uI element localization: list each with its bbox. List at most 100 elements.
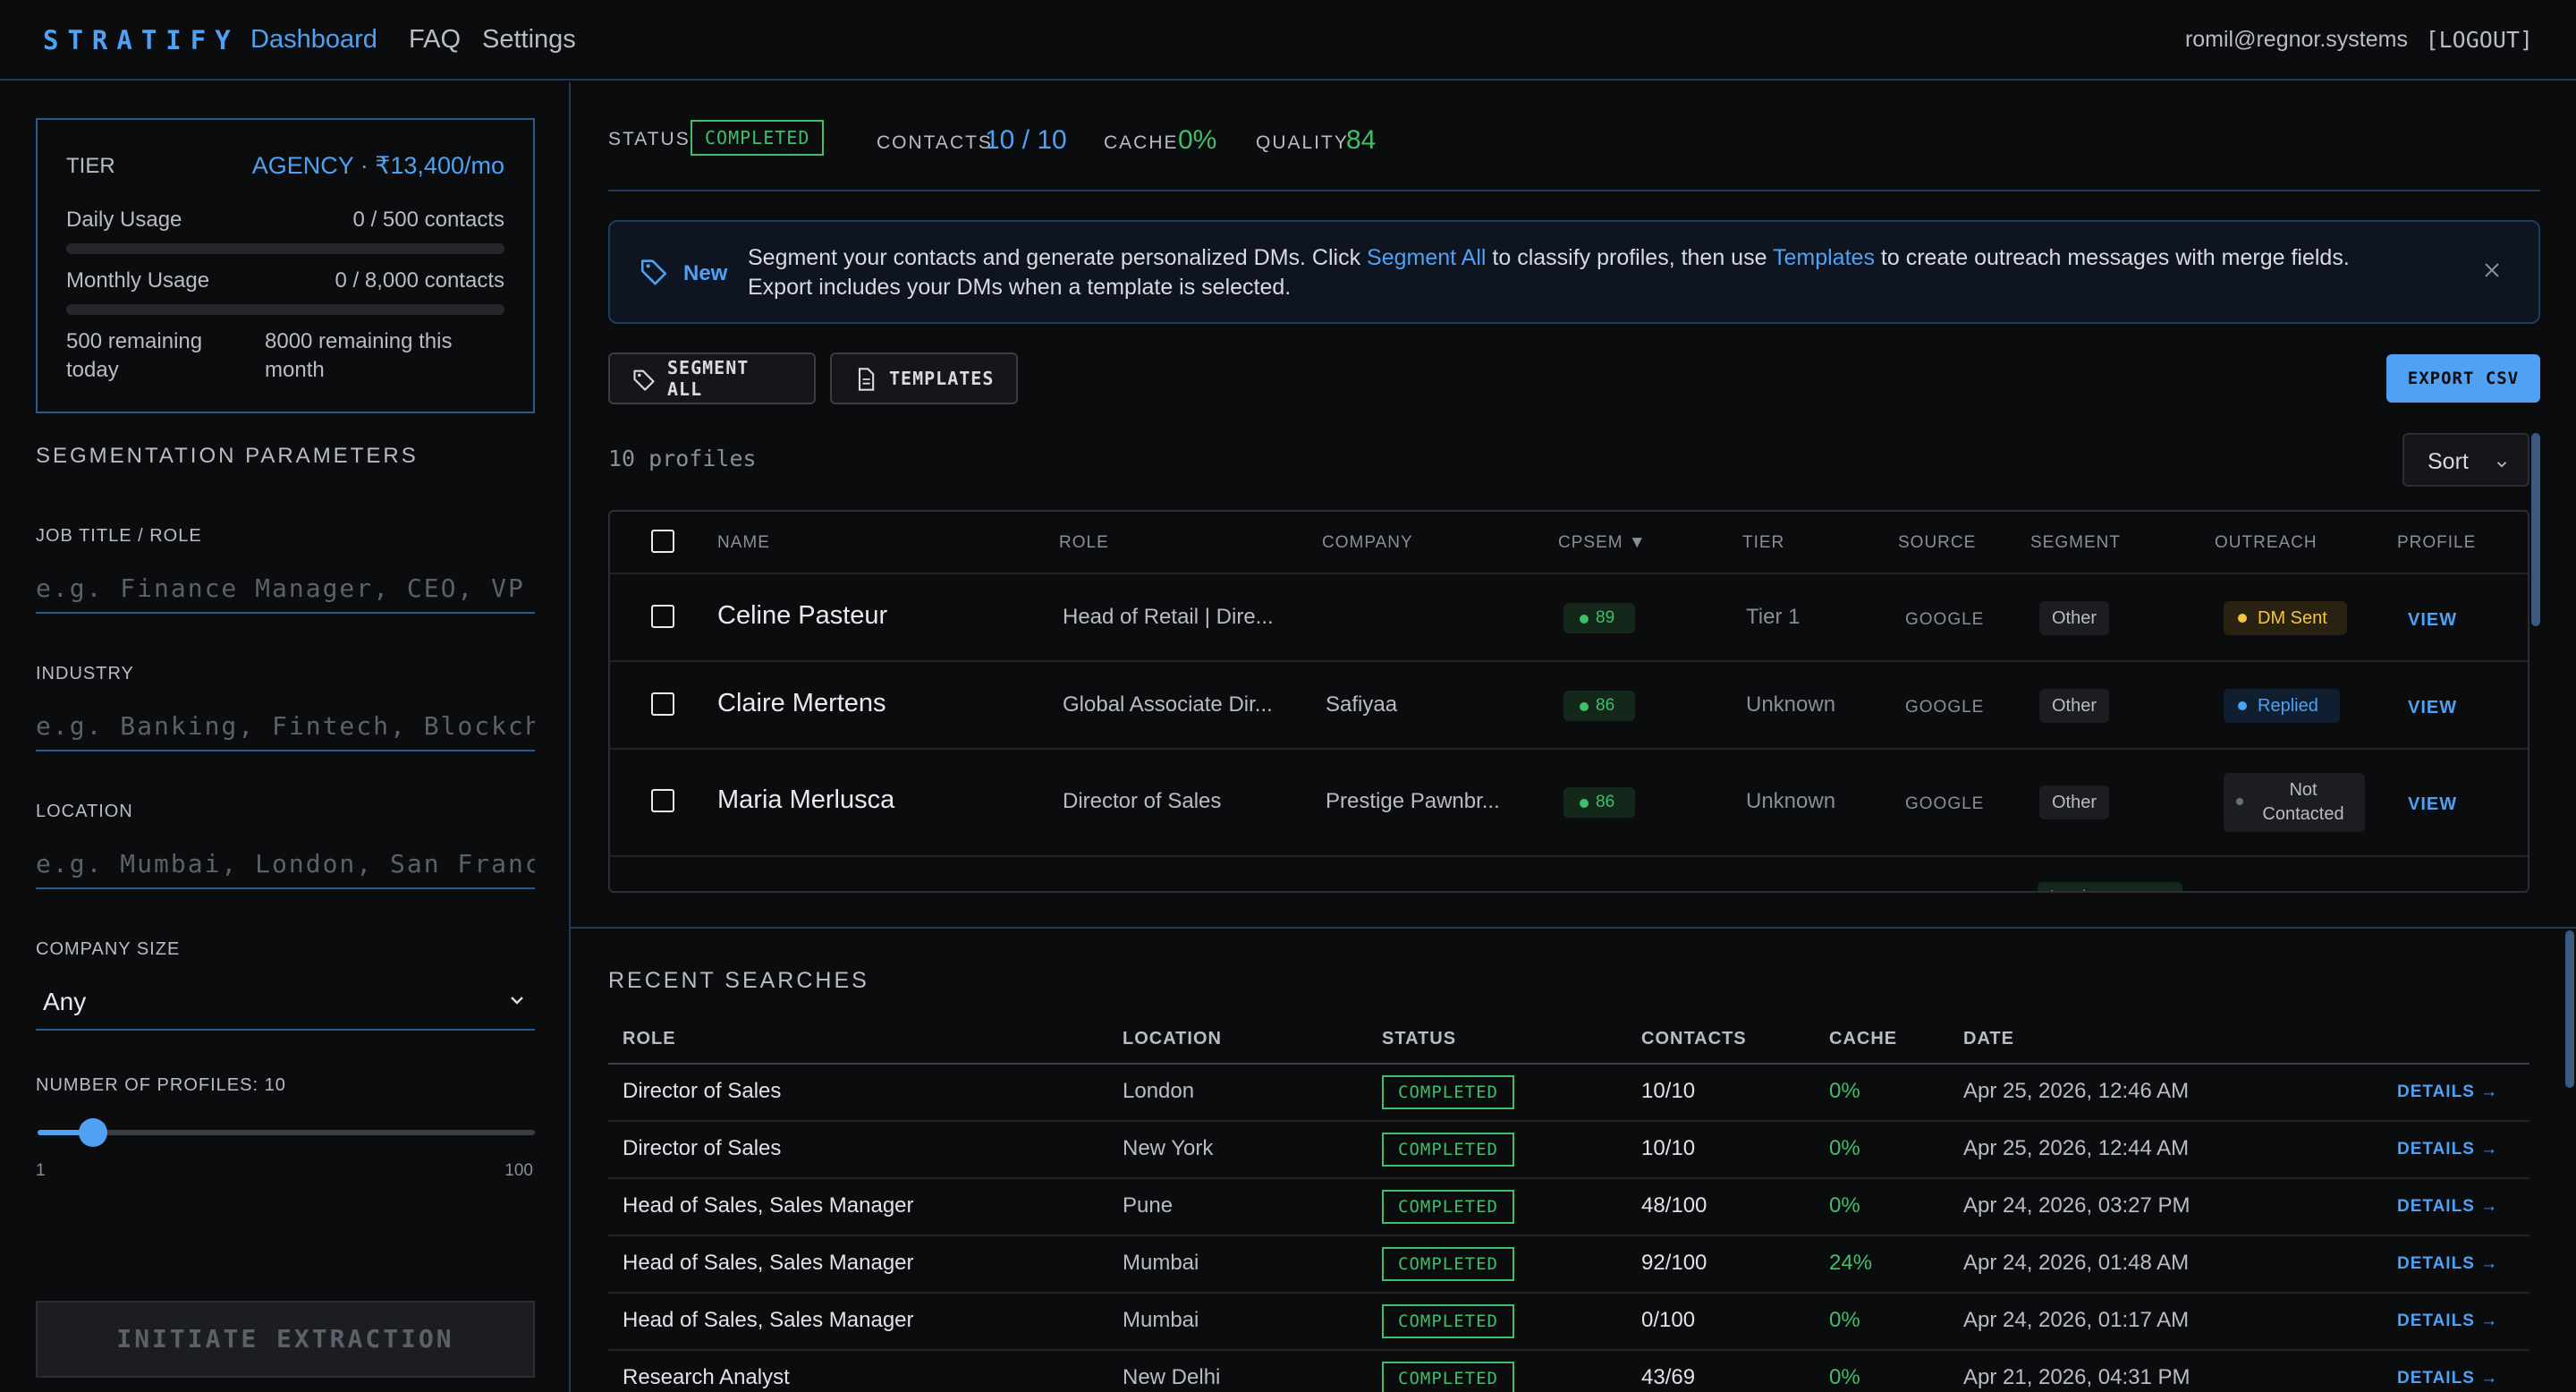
recent-searches: RECENT SEARCHES ROLE LOCATION STATUS CON… (571, 927, 2576, 1392)
daily-usage-label: Daily Usage (66, 208, 182, 232)
segment-all-link[interactable]: Segment All (1367, 245, 1486, 270)
profiles-scrollbar[interactable] (2531, 433, 2540, 626)
templates-button[interactable]: TEMPLATES (830, 352, 1018, 404)
status-badge: COMPLETED (1382, 1247, 1514, 1281)
nav-link-settings[interactable]: Settings (482, 25, 576, 55)
templates-link[interactable]: Templates (1773, 245, 1875, 270)
location-input[interactable] (36, 839, 535, 889)
col-header-source[interactable]: SOURCE (1898, 533, 1976, 553)
quality-value: 84 (1346, 125, 1377, 155)
search-role: Director of Sales (623, 1079, 782, 1103)
search-role: Head of Sales, Sales Manager (623, 1193, 914, 1218)
top-nav: STRATIFY Dashboard FAQ Settings romil@re… (0, 0, 2576, 81)
row-checkbox[interactable] (651, 789, 674, 812)
profile-role: Director of Sales (1063, 789, 1222, 813)
daily-usage-value: 0 / 500 contacts (352, 208, 504, 232)
score-value: 89 (1596, 608, 1615, 627)
segment-badge: Lead (2038, 882, 2182, 891)
search-location: New York (1123, 1136, 1214, 1160)
col-header-segment[interactable]: SEGMENT (2030, 533, 2121, 553)
details-link[interactable]: DETAILS → (2397, 1082, 2498, 1102)
close-icon[interactable] (2481, 259, 2503, 285)
logout-button[interactable]: [LOGOUT] (2426, 27, 2533, 53)
recent-scrollbar[interactable] (2565, 930, 2574, 1088)
segment-badge: Other (2039, 785, 2110, 819)
nav-link-dashboard[interactable]: Dashboard (250, 25, 377, 55)
profiles-table: NAME ROLE COMPANY CPSEM ▼ TIER SOURCE SE… (608, 510, 2529, 893)
profile-role: Head of Retail | Dire... (1063, 605, 1274, 629)
table-row[interactable]: Director of Sales London COMPLETED 10/10… (608, 1065, 2529, 1122)
view-profile-link[interactable]: VIEW (2408, 698, 2457, 718)
nav-link-faq[interactable]: FAQ (409, 25, 461, 55)
col-header-cpsem[interactable]: CPSEM ▼ (1558, 533, 1647, 553)
search-date: Apr 25, 2026, 12:46 AM (1963, 1079, 2190, 1103)
table-row[interactable]: Head of Sales, Sales Manager Mumbai COMP… (608, 1294, 2529, 1351)
table-row[interactable]: Lead (610, 855, 2528, 891)
segment-all-button[interactable]: SEGMENT ALL (608, 352, 816, 404)
segmentation-heading: SEGMENTATION PARAMETERS (36, 444, 419, 468)
table-row[interactable]: Director of Sales New York COMPLETED 10/… (608, 1122, 2529, 1179)
details-link[interactable]: DETAILS → (2397, 1254, 2498, 1274)
col-header-cache: CACHE (1829, 1029, 1898, 1048)
status-badge: COMPLETED (1382, 1133, 1514, 1167)
sort-label: Sort (2428, 449, 2469, 474)
details-link[interactable]: DETAILS → (2397, 1197, 2498, 1217)
view-profile-link[interactable]: VIEW (2408, 794, 2457, 815)
banner-text-part: to create outreach messages with merge f… (1874, 245, 2350, 270)
tag-icon (639, 256, 669, 291)
select-all-checkbox[interactable] (651, 530, 674, 553)
templates-label: TEMPLATES (889, 368, 995, 389)
table-row[interactable]: Head of Sales, Sales Manager Mumbai COMP… (608, 1236, 2529, 1294)
initiate-extraction-button[interactable]: INITIATE EXTRACTION (36, 1301, 535, 1378)
col-header-tier[interactable]: TIER (1742, 533, 1784, 553)
industry-input[interactable] (36, 701, 535, 751)
status-badge: COMPLETED (1382, 1075, 1514, 1109)
profile-source: GOOGLE (1905, 698, 1985, 717)
col-header-outreach[interactable]: OUTREACH (2215, 533, 2318, 553)
col-header-company[interactable]: COMPANY (1322, 533, 1413, 553)
table-row[interactable]: Head of Sales, Sales Manager Pune COMPLE… (608, 1179, 2529, 1236)
monthly-usage-bar (66, 304, 504, 315)
outreach-badge[interactable]: DM Sent (2224, 601, 2347, 635)
profile-name[interactable]: Claire Mertens (717, 689, 886, 718)
table-row[interactable]: Research Analyst New Delhi COMPLETED 43/… (608, 1351, 2529, 1392)
profiles-slider-thumb[interactable] (79, 1118, 107, 1147)
col-header-role: ROLE (623, 1029, 676, 1048)
outreach-label: Not Contacted (2262, 780, 2344, 824)
row-checkbox[interactable] (651, 605, 674, 628)
sort-button[interactable]: Sort (2402, 433, 2529, 487)
table-row[interactable]: Claire Mertens Global Associate Dir... S… (610, 660, 2528, 748)
search-contacts: 43/69 (1641, 1365, 1696, 1389)
brand-logo[interactable]: STRATIFY (43, 25, 240, 55)
job-title-input[interactable] (36, 564, 535, 614)
row-checkbox[interactable] (651, 692, 674, 716)
profile-name[interactable]: Celine Pasteur (717, 601, 887, 631)
daily-usage-bar (66, 243, 504, 254)
table-row[interactable]: Celine Pasteur Head of Retail | Dire... … (610, 573, 2528, 660)
export-csv-button[interactable]: EXPORT CSV (2386, 354, 2540, 403)
col-header-name[interactable]: NAME (717, 533, 770, 553)
profile-name[interactable]: Maria Merlusca (717, 785, 894, 815)
search-cache: 0% (1829, 1193, 1860, 1218)
search-role: Research Analyst (623, 1365, 790, 1389)
company-size-select[interactable]: Any (36, 977, 535, 1031)
table-row[interactable]: Maria Merlusca Director of Sales Prestig… (610, 748, 2528, 855)
outreach-badge[interactable]: Not Contacted (2224, 773, 2365, 832)
details-link[interactable]: DETAILS → (2397, 1311, 2498, 1331)
col-header-profile[interactable]: PROFILE (2397, 533, 2476, 553)
details-link[interactable]: DETAILS → (2397, 1140, 2498, 1159)
col-header-role[interactable]: ROLE (1059, 533, 1109, 553)
profile-role: Global Associate Dir... (1063, 692, 1273, 717)
industry-label: INDUSTRY (36, 664, 134, 683)
remaining-month: 8000 remaining this month (265, 329, 453, 382)
details-link[interactable]: DETAILS → (2397, 1369, 2498, 1388)
status-badge: COMPLETED (1382, 1304, 1514, 1338)
tier-value: AGENCY · ₹13,400/mo (251, 152, 504, 179)
search-contacts: 10/10 (1641, 1079, 1696, 1103)
profiles-slider-track[interactable] (38, 1130, 535, 1135)
search-location: Pune (1123, 1193, 1174, 1218)
search-date: Apr 25, 2026, 12:44 AM (1963, 1136, 2190, 1160)
outreach-badge[interactable]: Replied (2224, 689, 2340, 723)
col-header-location: LOCATION (1123, 1029, 1222, 1048)
view-profile-link[interactable]: VIEW (2408, 610, 2457, 631)
